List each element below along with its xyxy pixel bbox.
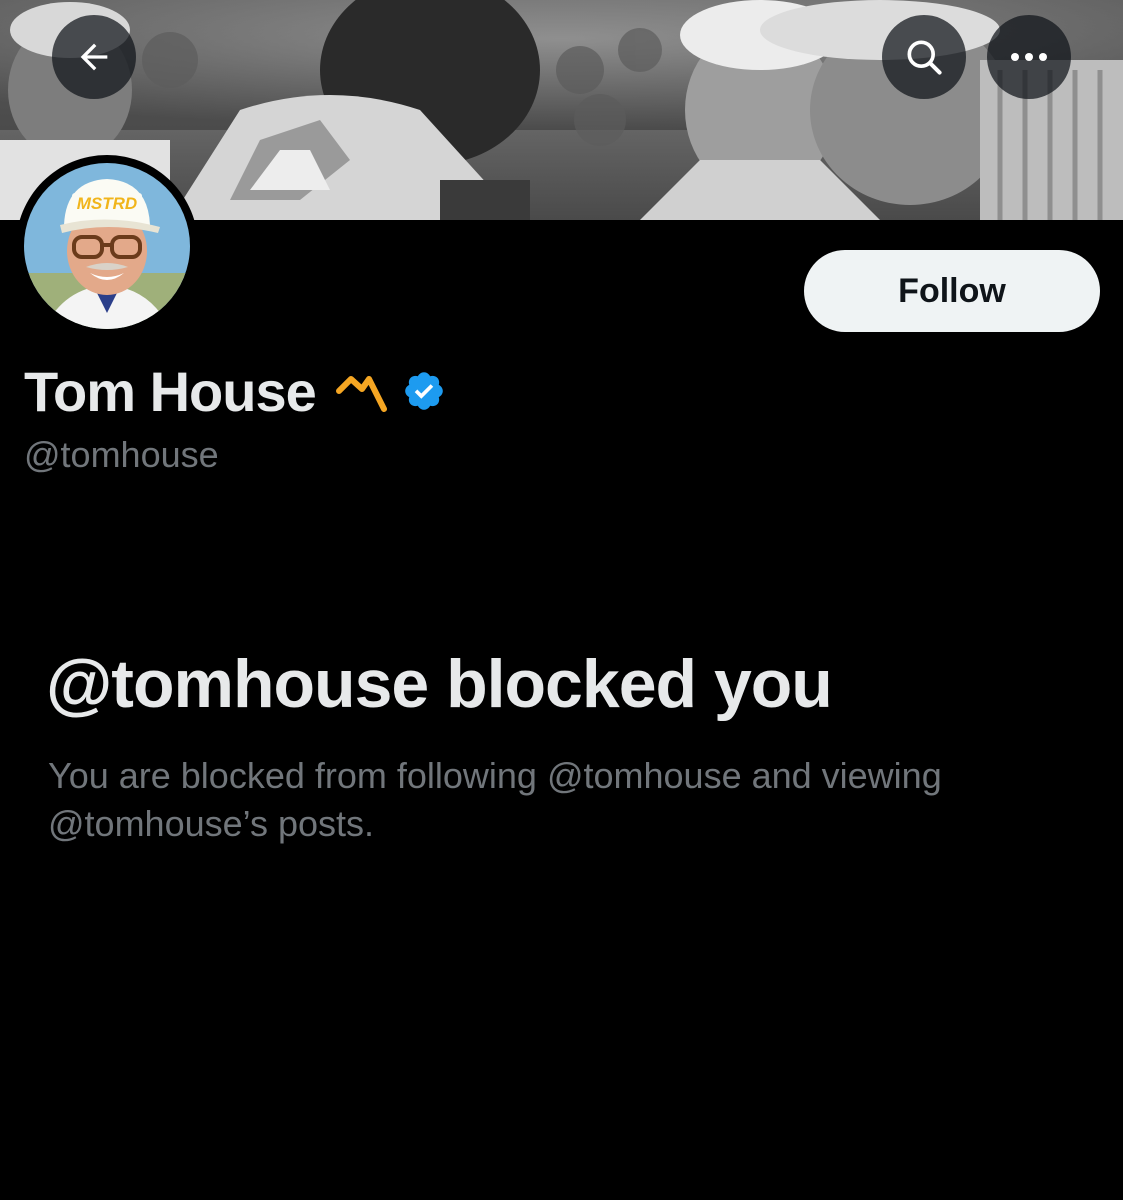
profile-handle: @tomhouse xyxy=(24,434,219,475)
avatar-photo: MSTRD xyxy=(24,163,190,329)
more-options-button[interactable] xyxy=(987,15,1071,99)
more-horizontal-icon xyxy=(1011,53,1047,61)
follow-button[interactable]: Follow xyxy=(804,250,1100,332)
profile-name-row: Tom House xyxy=(24,358,446,424)
arrow-left-icon xyxy=(80,43,108,71)
avatar[interactable]: MSTRD xyxy=(16,155,198,337)
search-icon xyxy=(907,40,942,75)
blocked-title: @tomhouse blocked you xyxy=(46,646,833,722)
verified-badge-icon[interactable] xyxy=(402,369,446,413)
m-logo-icon[interactable] xyxy=(335,369,388,413)
blocked-description: You are blocked from following @tomhouse… xyxy=(48,755,942,844)
back-button[interactable] xyxy=(52,15,136,99)
search-button[interactable] xyxy=(882,15,966,99)
display-name: Tom House xyxy=(24,359,317,423)
avatar-cap-text: MSTRD xyxy=(77,194,137,213)
